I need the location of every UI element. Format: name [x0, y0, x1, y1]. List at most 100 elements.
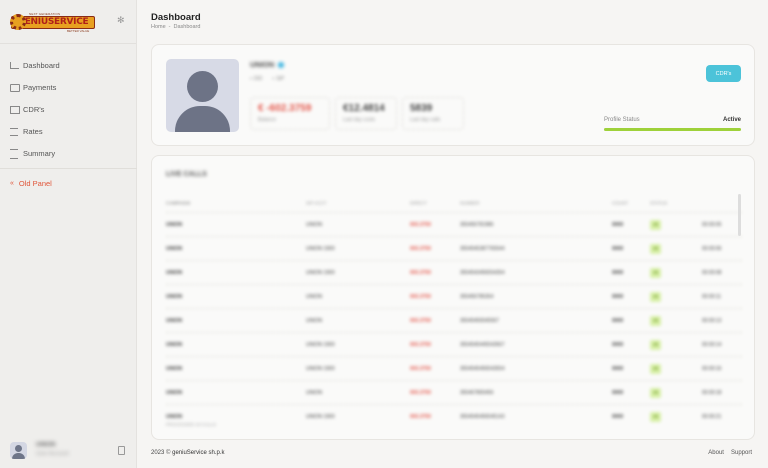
col-header[interactable]: CAMPAIGN — [166, 201, 190, 206]
cell-campaign: UNION — [166, 317, 183, 324]
sidebar: NEXT GENERATION GENIUSERVICE BETTER VALU… — [0, 0, 137, 468]
breadcrumb: Home - Dashboard — [151, 24, 200, 30]
cell-status: ok — [650, 315, 662, 326]
table-row[interactable]: UNION UNION 003.3750 355456785354 0000 ok 00:0… — [166, 284, 742, 308]
cell-status: ok — [650, 387, 662, 398]
profile-avatar — [166, 59, 239, 132]
cell-acct: UNION — [306, 221, 323, 228]
col-header[interactable]: STATUS — [650, 201, 667, 206]
cell-number: 3554545456545143 — [460, 413, 505, 420]
table-row[interactable]: UNION UNION 1900 003.3750 3554545445543567 0… — [166, 332, 742, 356]
cell-count: 0000 — [612, 221, 624, 228]
sidebar-item-dashboard[interactable]: Dashboard — [0, 54, 137, 76]
cell-campaign: UNION — [166, 245, 183, 252]
cell-acct: UNION 1900 — [306, 269, 335, 276]
col-header[interactable]: COUNT — [612, 201, 628, 206]
old-panel-link[interactable]: « Old Panel — [10, 179, 52, 188]
cell-acct: UNION 1900 — [306, 245, 335, 252]
cell-direct: 003.3750 — [410, 317, 431, 324]
sidebar-divider — [0, 168, 137, 169]
footer-link-about[interactable]: About — [708, 450, 724, 456]
footer-links: About Support — [708, 450, 752, 456]
cell-acct: UNION 1900 — [306, 365, 335, 372]
user-subtitle: User Account — [36, 451, 69, 457]
cell-campaign: UNION — [166, 221, 183, 228]
cell-direct: 003.3750 — [410, 269, 431, 276]
user-profile-box[interactable]: UNION User Account — [10, 440, 130, 462]
cell-direct: 003.3750 — [410, 413, 431, 420]
avatar — [10, 442, 27, 459]
table-row[interactable]: UNION UNION 003.3750 355456781986 0000 ok 00:0… — [166, 212, 742, 236]
copyright-symbol: © — [166, 450, 171, 456]
brand-logo[interactable]: NEXT GENERATION GENIUSERVICE BETTER VALU… — [10, 12, 95, 33]
cell-number: 3554543456554354 — [460, 269, 505, 276]
cell-acct: UNION 1900 — [306, 341, 335, 348]
footer-year: 2023 — [151, 450, 165, 456]
profile-status-bar — [604, 128, 741, 131]
col-header[interactable]: NUMBER — [460, 201, 480, 206]
breadcrumb-home[interactable]: Home — [151, 24, 166, 30]
table-row[interactable]: UNION UNION 003.3750 355467865456 0000 ok 00:0… — [166, 380, 742, 404]
cell-number: 3554545445543567 — [460, 341, 505, 348]
cdrs-button[interactable]: CDR's — [706, 65, 741, 82]
cell-status: ok — [650, 219, 662, 230]
sidebar-item-label: Rates — [23, 126, 43, 136]
stat-value: 5839 — [410, 103, 433, 114]
cell-count: 0000 — [612, 269, 624, 276]
cell-number: 3554545456543554 — [460, 365, 505, 372]
cell-acct: UNION — [306, 293, 323, 300]
profile-status-value: Active — [722, 117, 741, 123]
stat-label: Last day costs — [343, 117, 375, 123]
profile-meta-item: SIP — [272, 76, 284, 82]
logout-icon[interactable] — [118, 446, 125, 455]
stat-value: € -602.3759 — [258, 103, 312, 114]
table-scrollbar[interactable] — [738, 194, 741, 236]
cell-status: ok — [650, 363, 662, 374]
profile-stats: € -602.3759 Balance €12.4814 Last day co… — [250, 97, 464, 130]
sidebar-item-label: CDR's — [23, 104, 45, 114]
live-calls-card: LIVE CALLS CAMPAIGN SIP ACCT DIRECT NUMB… — [151, 155, 755, 440]
double-chevron-left-icon: « — [10, 180, 14, 187]
col-header[interactable]: DIRECT — [410, 201, 427, 206]
stat-last-day-calls: 5839 Last day calls — [402, 97, 464, 130]
cell-campaign: UNION — [166, 413, 183, 420]
profile-meta-item: DID — [250, 76, 263, 82]
live-calls-title: LIVE CALLS — [166, 171, 207, 178]
cell-direct: 003.3750 — [410, 293, 431, 300]
live-calls-table: CAMPAIGN SIP ACCT DIRECT NUMBER COUNT ST… — [166, 194, 742, 428]
cell-campaign: UNION — [166, 389, 183, 396]
table-row[interactable]: UNION UNION 1900 003.3750 3554545456545143 0… — [166, 404, 742, 428]
breadcrumb-current: Dashboard — [173, 24, 201, 30]
verified-icon — [278, 61, 285, 68]
cell-acct: UNION — [306, 389, 323, 396]
cell-status: ok — [650, 243, 662, 254]
col-header[interactable]: SIP ACCT — [306, 201, 326, 206]
table-row[interactable]: UNION UNION 1900 003.3750 3554545387765544 0… — [166, 236, 742, 260]
stat-label: Balance — [258, 117, 277, 123]
logo-gear-icon — [10, 14, 26, 30]
summary-icon — [10, 149, 18, 159]
logo-tagline-bottom: BETTER VALUE — [67, 29, 90, 33]
table-row[interactable]: UNION UNION 1900 003.3750 3554545456543554 0… — [166, 356, 742, 380]
table-row[interactable]: UNION UNION 1900 003.3750 3554543456554354 0… — [166, 260, 742, 284]
sidebar-item-cdrs[interactable]: CDR's — [0, 98, 137, 120]
cell-status: ok — [650, 411, 662, 422]
sidebar-item-rates[interactable]: Rates — [0, 120, 137, 142]
cell-time: 00:00:16 — [702, 365, 722, 372]
sidebar-item-payments[interactable]: Payments — [0, 76, 137, 98]
table-row[interactable]: UNION UNION 003.3750 35545456545567 0000 ok 00… — [166, 308, 742, 332]
sidebar-item-label: Payments — [23, 82, 57, 92]
cell-time: 00:00:14 — [702, 341, 722, 348]
breadcrumb-separator: - — [168, 24, 171, 30]
footer-company[interactable]: geniuService sh.p.k — [172, 450, 224, 456]
footer-link-support[interactable]: Support — [731, 450, 752, 456]
stat-balance: € -602.3759 Balance — [250, 97, 330, 130]
stat-label: Last day calls — [410, 117, 441, 123]
avatar-head-shape — [187, 71, 218, 102]
cell-direct: 003.3750 — [410, 221, 431, 228]
sidebar-item-label: Summary — [23, 148, 56, 158]
sidebar-item-summary[interactable]: Summary — [0, 142, 137, 164]
settings-gear-icon[interactable]: ✻ — [117, 16, 126, 25]
sidebar-item-label: Dashboard — [23, 60, 60, 70]
stat-value: €12.4814 — [343, 103, 385, 114]
